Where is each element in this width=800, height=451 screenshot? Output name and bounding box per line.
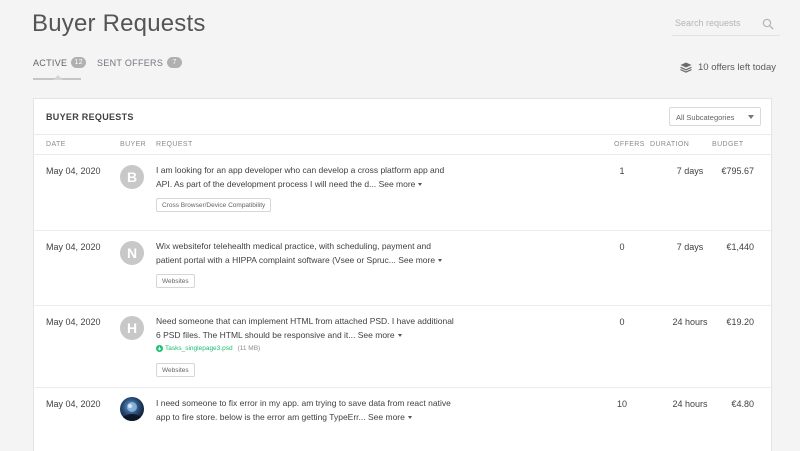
request-offers: 1 bbox=[619, 166, 625, 176]
tab-sent-offers-label: SENT OFFERS bbox=[97, 58, 164, 68]
buyer-requests-card: BUYER REQUESTS All Subcategories DATE BU… bbox=[33, 98, 772, 451]
chevron-down-icon bbox=[748, 115, 754, 119]
stack-icon bbox=[680, 62, 692, 73]
see-more-link[interactable]: See more bbox=[358, 330, 402, 340]
request-offers: 0 bbox=[619, 317, 625, 327]
column-header-offers: OFFERS bbox=[614, 141, 645, 148]
subcategory-select[interactable]: All Subcategories bbox=[669, 107, 761, 126]
table-row[interactable]: May 04, 2020 H Need someone that can imp… bbox=[34, 306, 771, 388]
request-date: May 04, 2020 bbox=[46, 317, 101, 327]
request-tag[interactable]: Websites bbox=[156, 363, 195, 377]
offers-left-text: 10 offers left today bbox=[698, 62, 776, 73]
tab-sent-offers-count-badge: 7 bbox=[167, 57, 183, 68]
page-title: Buyer Requests bbox=[32, 10, 206, 37]
table-row[interactable]: May 04, 2020 N Wix websitefor telehealth… bbox=[34, 231, 771, 306]
see-more-link[interactable]: See more bbox=[398, 255, 442, 265]
table-row[interactable]: May 04, 2020 I need someone to fix error… bbox=[34, 388, 771, 451]
search-input[interactable] bbox=[672, 12, 758, 34]
request-text: Need someone that can implement HTML fro… bbox=[156, 314, 456, 342]
request-text: Wix websitefor telehealth medical practi… bbox=[156, 239, 456, 267]
avatar[interactable]: H bbox=[120, 316, 144, 340]
request-budget: €1,440 bbox=[726, 242, 754, 252]
request-budget: €4.80 bbox=[731, 399, 754, 409]
request-date: May 04, 2020 bbox=[46, 242, 101, 252]
avatar[interactable] bbox=[120, 397, 144, 421]
column-header-date: DATE bbox=[46, 141, 66, 148]
see-more-link[interactable]: See more bbox=[368, 412, 412, 422]
request-text: I am looking for an app developer who ca… bbox=[156, 163, 456, 191]
request-date: May 04, 2020 bbox=[46, 166, 101, 176]
see-more-link[interactable]: See more bbox=[379, 179, 423, 189]
subcategory-select-value: All Subcategories bbox=[676, 113, 735, 122]
column-header-budget: BUDGET bbox=[712, 141, 744, 148]
active-tab-caret bbox=[53, 75, 63, 80]
request-description: Need someone that can implement HTML fro… bbox=[156, 316, 454, 340]
tab-active-count-badge: 12 bbox=[71, 57, 87, 68]
card-title: BUYER REQUESTS bbox=[46, 112, 134, 122]
search-box[interactable] bbox=[672, 12, 780, 36]
tab-active-label: ACTIVE bbox=[33, 58, 68, 68]
avatar[interactable]: B bbox=[120, 165, 144, 189]
column-header-buyer: BUYER bbox=[120, 141, 147, 148]
column-header-duration: DURATION bbox=[650, 141, 690, 148]
column-header-request: REQUEST bbox=[156, 141, 193, 148]
request-offers: 0 bbox=[619, 242, 625, 252]
attachment-filename: Tasks_singlepage3.psd bbox=[165, 345, 233, 352]
request-budget: €795.67 bbox=[721, 166, 754, 176]
offers-left-indicator: 10 offers left today bbox=[680, 62, 776, 73]
avatar-photo-icon bbox=[123, 402, 141, 421]
table-header: DATE BUYER REQUEST OFFERS DURATION BUDGE… bbox=[34, 134, 771, 155]
tab-sent-offers[interactable]: SENT OFFERS 7 bbox=[97, 57, 183, 80]
request-description: Wix websitefor telehealth medical practi… bbox=[156, 241, 431, 265]
avatar[interactable]: N bbox=[120, 241, 144, 265]
search-icon[interactable] bbox=[762, 18, 774, 30]
request-tag[interactable]: Websites bbox=[156, 274, 195, 288]
request-date: May 04, 2020 bbox=[46, 399, 101, 409]
attachment-size: (11 MB) bbox=[237, 345, 261, 352]
table-row[interactable]: May 04, 2020 B I am looking for an app d… bbox=[34, 155, 771, 231]
request-offers: 10 bbox=[616, 399, 627, 409]
request-text: I need someone to fix error in my app. a… bbox=[156, 396, 456, 424]
request-tag[interactable]: Cross Browser/Device Compatibility bbox=[156, 198, 272, 212]
download-circle-icon bbox=[156, 345, 163, 352]
request-budget: €19.20 bbox=[726, 317, 754, 327]
attachment-link[interactable]: Tasks_singlepage3.psd (11 MB) bbox=[156, 345, 260, 352]
